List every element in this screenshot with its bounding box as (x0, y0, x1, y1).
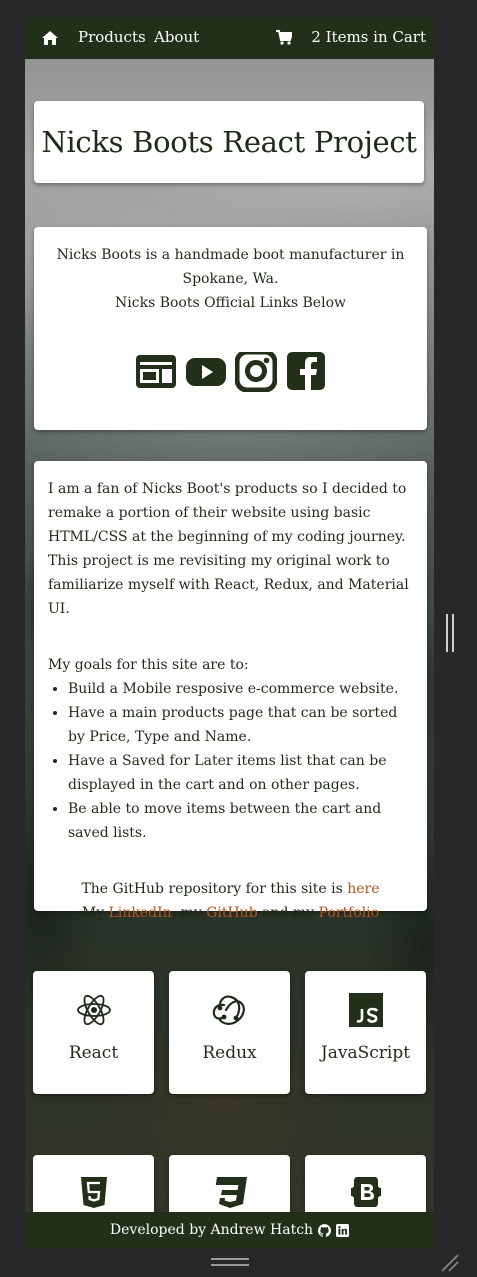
footer-credit: Developed by Andrew Hatch (109, 1222, 314, 1238)
portfolio-link[interactable]: Portfolio (319, 905, 380, 921)
info-revisit: This project is me revisiting my origina… (48, 553, 409, 617)
react-icon (76, 994, 111, 1026)
redux-icon (212, 995, 245, 1025)
links-separator: , my (171, 905, 207, 921)
list-item: Have a main products page that can be so… (68, 701, 413, 749)
repo-link[interactable]: here (347, 881, 379, 897)
linkedin-icon[interactable] (336, 1223, 350, 1237)
tech-card-redux: Redux (169, 971, 290, 1094)
instagram-icon[interactable] (234, 349, 277, 393)
nav-about-link[interactable]: About (154, 28, 199, 46)
links-separator: and my (257, 905, 319, 921)
about-links-caption: Nicks Boots Official Links Below (115, 295, 346, 311)
bottom-drag-handle[interactable] (211, 1258, 249, 1267)
tech-label: JavaScript (320, 1043, 411, 1063)
tech-card-javascript: JavaScript (305, 971, 426, 1094)
links-prefix: My (81, 905, 109, 921)
about-card: Nicks Boots is a handmade boot manufactu… (34, 227, 427, 430)
profile-links-line: My LinkedIn, my GitHub and my Portfolio (48, 901, 413, 925)
list-item: Build a Mobile resposive e-commerce webs… (68, 677, 413, 701)
resize-grip-icon[interactable] (440, 1253, 460, 1273)
github-link[interactable]: GitHub (206, 905, 257, 921)
html5-icon (80, 1177, 107, 1208)
title-card: Nicks Boots React Project (34, 101, 424, 183)
youtube-icon[interactable] (185, 352, 227, 392)
linkedin-link[interactable]: LinkedIn (109, 905, 172, 921)
javascript-icon (348, 993, 383, 1027)
page-title: Nicks Boots React Project (41, 125, 417, 159)
about-description: Nicks Boots is a handmade boot manufactu… (56, 247, 405, 287)
social-links (34, 349, 427, 393)
tech-card-react: React (33, 971, 154, 1094)
github-icon[interactable] (318, 1223, 332, 1237)
footer: Developed by Andrew Hatch (25, 1212, 434, 1248)
info-intro: I am a fan of Nicks Boot's products so I… (48, 481, 407, 545)
cart-button[interactable]: 2 Items in Cart (276, 28, 426, 46)
goals-list: Build a Mobile resposive e-commerce webs… (48, 677, 413, 845)
repo-line: The GitHub repository for this site is h… (48, 877, 413, 901)
home-icon[interactable] (41, 30, 59, 46)
cart-count-label: 2 Items in Cart (311, 28, 426, 46)
goals-heading: My goals for this site are to: (48, 657, 249, 673)
nav-products-link[interactable]: Products (78, 28, 146, 46)
website-icon[interactable] (135, 352, 177, 392)
repo-text: The GitHub repository for this site is (81, 881, 348, 897)
facebook-icon[interactable] (285, 352, 327, 392)
css3-icon (215, 1177, 247, 1208)
info-card: I am a fan of Nicks Boot's products so I… (34, 461, 427, 921)
tech-label: React (68, 1043, 119, 1063)
list-item: Have a Saved for Later items list that c… (68, 749, 413, 797)
panel-resize-handle[interactable] (446, 614, 454, 652)
list-item: Be able to move items between the cart a… (68, 797, 413, 845)
bootstrap-icon (350, 1177, 381, 1207)
tech-label: Redux (202, 1043, 257, 1063)
cart-icon (276, 29, 293, 45)
app-viewport: Products About 2 Items in Cart Nicks Boo… (25, 17, 434, 1248)
navbar: Products About 2 Items in Cart (25, 17, 434, 59)
